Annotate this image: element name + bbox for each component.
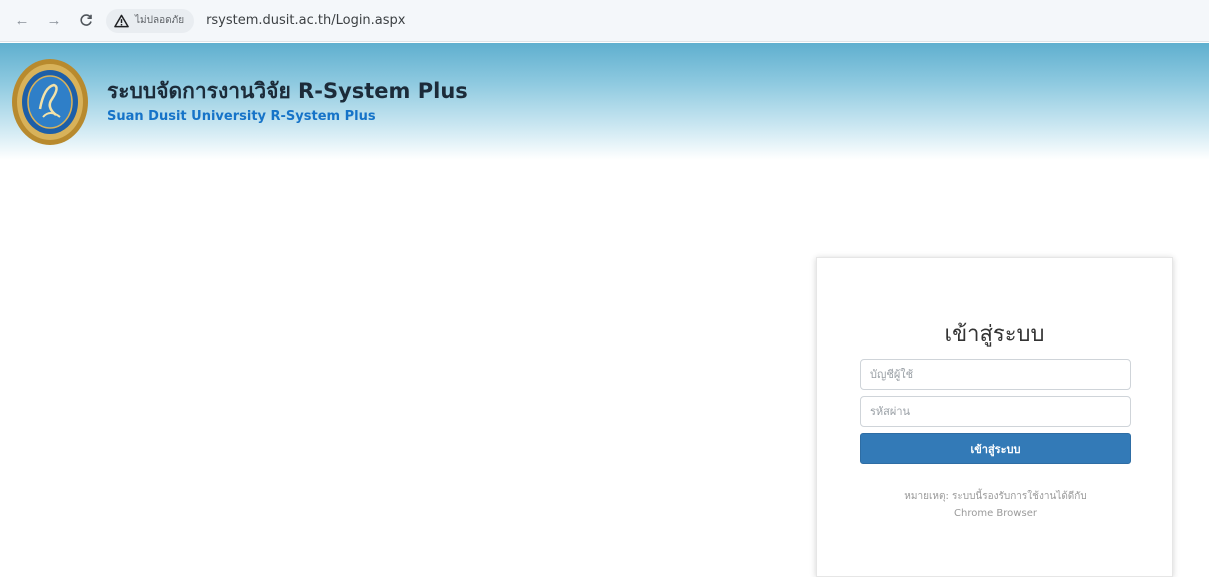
warning-icon — [114, 14, 129, 27]
reload-button[interactable] — [74, 9, 98, 33]
forward-button[interactable]: → — [42, 9, 66, 33]
university-logo — [12, 59, 88, 145]
login-card: เข้าสู่ระบบ เข้าสู่ระบบ หมายเหตุ: ระบบนี… — [816, 257, 1173, 577]
site-subtitle: Suan Dusit University R-System Plus — [107, 109, 376, 124]
url-text[interactable]: rsystem.dusit.ac.th/Login.aspx — [206, 13, 405, 28]
site-title: ระบบจัดการงานวิจัย R-System Plus — [107, 79, 468, 103]
site-header: ระบบจัดการงานวิจัย R-System Plus Suan Du… — [0, 43, 1209, 160]
login-button[interactable]: เข้าสู่ระบบ — [860, 433, 1131, 464]
address-bar[interactable]: ไม่ปลอดภัย rsystem.dusit.ac.th/Login.asp… — [106, 6, 1203, 36]
username-input[interactable] — [860, 359, 1131, 390]
security-label: ไม่ปลอดภัย — [135, 15, 185, 26]
browser-note-line1: หมายเหตุ: ระบบนี้รองรับการใช้งานได้ดีกับ — [904, 491, 1087, 502]
login-title: เข้าสู่ระบบ — [944, 322, 1045, 347]
back-arrow-icon: ← — [14, 12, 30, 29]
browser-toolbar: ← → ไม่ปลอดภัย rsystem.dusit.ac.th/Login… — [0, 0, 1209, 42]
reload-icon — [80, 13, 92, 26]
forward-arrow-icon: → — [46, 12, 62, 29]
password-input[interactable] — [860, 396, 1131, 427]
browser-note: หมายเหตุ: ระบบนี้รองรับการใช้งานได้ดีกับ… — [847, 488, 1144, 522]
site-security-chip[interactable]: ไม่ปลอดภัย — [106, 8, 195, 33]
back-button[interactable]: ← — [10, 9, 34, 33]
browser-note-line2: Chrome Browser — [954, 508, 1037, 519]
